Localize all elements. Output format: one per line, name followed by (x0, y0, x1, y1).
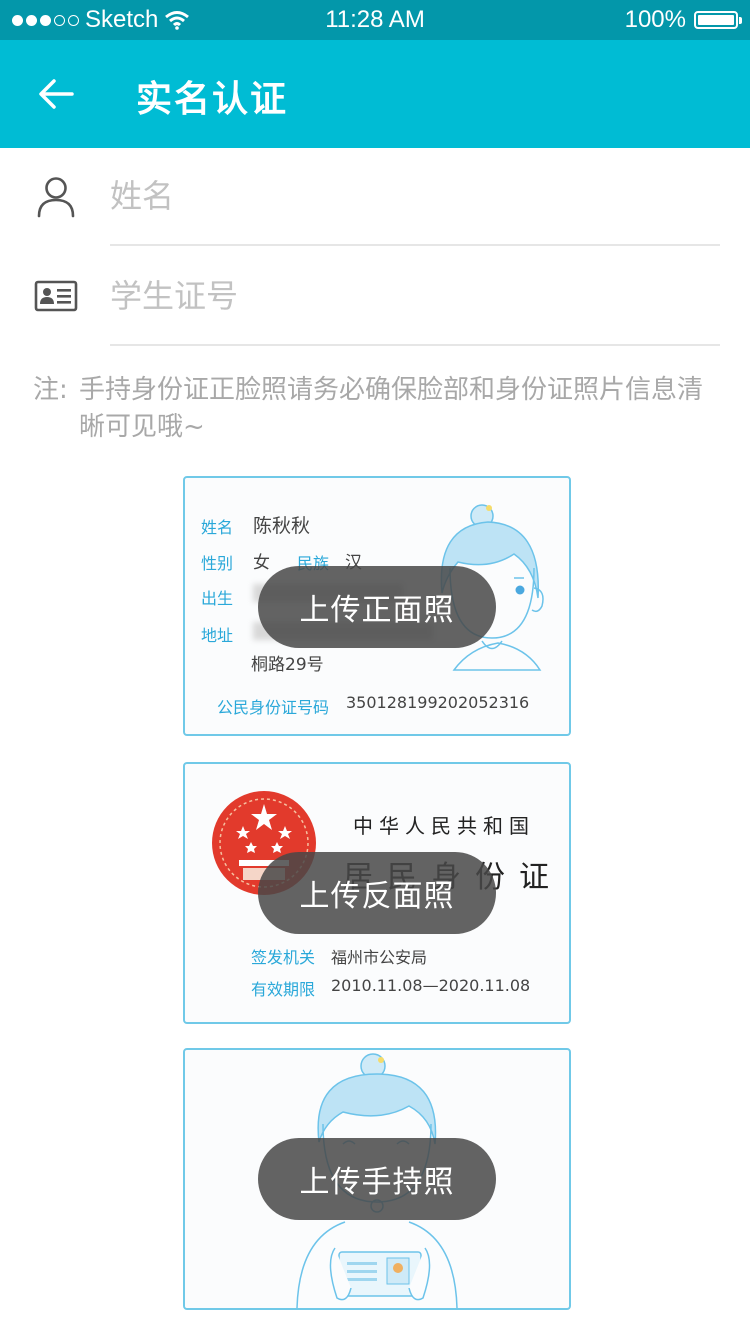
student-id-field-row (0, 248, 750, 346)
page-title: 实名认证 (136, 79, 289, 120)
upload-back-button[interactable]: 上传反面照 (258, 852, 496, 934)
battery-percent: 100% (624, 6, 686, 33)
note-text: 手持身份证正脸照请务必确保脸部和身份证照片信息清晰可见哦~ (79, 375, 704, 442)
name-label: 姓名 (201, 518, 234, 537)
name-input[interactable] (110, 148, 720, 244)
gender-value: 女 (253, 553, 270, 573)
upload-note: 注: 手持身份证正脸照请务必确保脸部和身份证照片信息清晰可见哦~ (33, 372, 723, 446)
divider (110, 344, 720, 346)
gender-label: 性别 (201, 554, 234, 573)
name-value: 陈秋秋 (253, 515, 311, 537)
status-bar: Sketch 11:28 AM 100% (0, 0, 750, 40)
authority-label: 签发机关 (251, 948, 316, 967)
id-number-label: 公民身份证号码 (217, 698, 330, 717)
person-icon (37, 177, 75, 218)
id-number-value: 350128199202052316 (346, 693, 530, 712)
address-label: 地址 (201, 626, 234, 645)
battery-group: 100% (624, 6, 742, 34)
id-card-icon (34, 280, 78, 312)
name-field-row (0, 148, 750, 246)
upload-handheld-button[interactable]: 上传手持照 (258, 1138, 496, 1220)
country-name: 中华人民共和国 (353, 814, 535, 838)
student-id-input[interactable] (110, 248, 720, 344)
birth-label: 出生 (201, 589, 234, 608)
battery-icon (694, 11, 742, 29)
address-line2: 桐路29号 (251, 655, 324, 675)
header-bar: 实名认证 (0, 40, 750, 148)
authority-value: 福州市公安局 (331, 948, 428, 967)
divider (110, 244, 720, 246)
arrow-left-icon[interactable] (36, 74, 76, 114)
upload-front-button[interactable]: 上传正面照 (258, 566, 496, 648)
note-label: 注: (33, 375, 68, 405)
validity-label: 有效期限 (251, 980, 316, 999)
validity-value: 2010.11.08—2020.11.08 (331, 976, 531, 995)
